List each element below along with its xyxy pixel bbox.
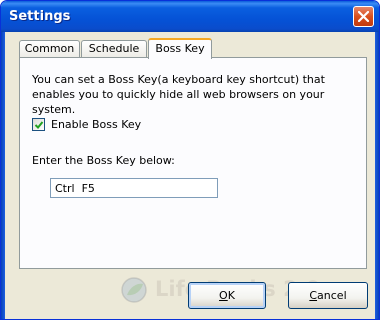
settings-dialog: Settings Common Schedule Boss Key You ca… bbox=[0, 0, 380, 320]
window-frame-right bbox=[375, 32, 379, 319]
boss-key-panel: You can set a Boss Key(a keyboard key sh… bbox=[19, 57, 367, 269]
ok-label-mnemonic: O bbox=[219, 289, 228, 302]
tab-common[interactable]: Common bbox=[19, 40, 80, 58]
cancel-button[interactable]: Cancel bbox=[288, 282, 368, 309]
enable-boss-key-label[interactable]: Enable Boss Key bbox=[51, 118, 141, 131]
enable-boss-key-checkbox[interactable] bbox=[32, 118, 45, 131]
close-button[interactable] bbox=[353, 6, 374, 27]
checkmark-icon bbox=[34, 121, 44, 129]
ok-label-rest: K bbox=[227, 289, 235, 302]
boss-key-field-label: Enter the Boss Key below: bbox=[32, 154, 175, 167]
cancel-label-mnemonic: C bbox=[309, 289, 318, 302]
globe-leaf-icon bbox=[121, 277, 147, 303]
tab-boss-key[interactable]: Boss Key bbox=[148, 38, 212, 59]
cancel-label-rest: ancel bbox=[317, 289, 347, 302]
boss-key-input[interactable] bbox=[50, 178, 218, 198]
window-frame-left bbox=[1, 32, 5, 319]
window-title: Settings bbox=[9, 9, 71, 24]
close-icon bbox=[358, 11, 369, 22]
ok-button[interactable]: OK bbox=[188, 282, 266, 309]
title-bar[interactable]: Settings bbox=[1, 1, 379, 32]
tab-schedule[interactable]: Schedule bbox=[81, 40, 147, 58]
boss-key-description: You can set a Boss Key(a keyboard key sh… bbox=[32, 73, 325, 116]
